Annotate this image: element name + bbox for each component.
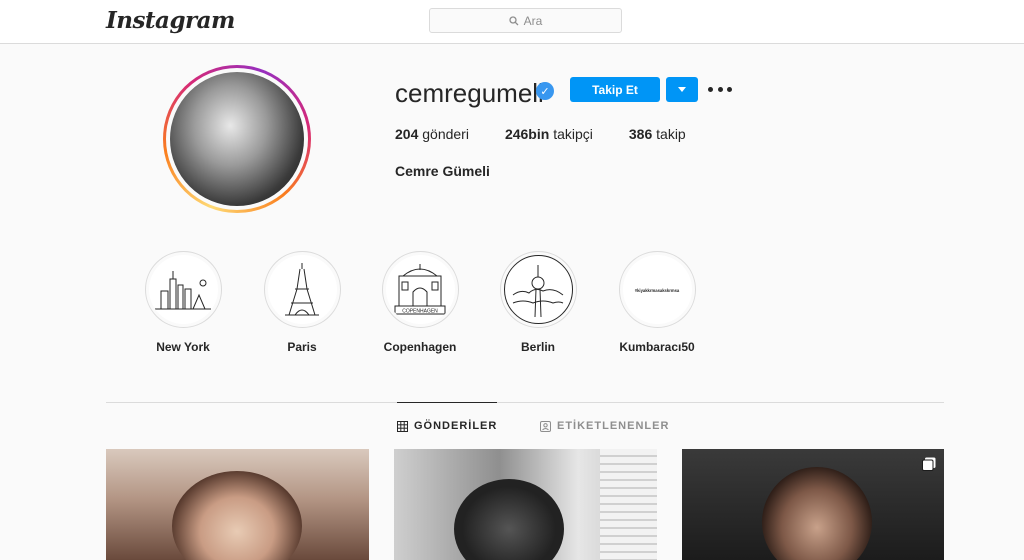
highlight-kumbaraci50[interactable]: #kiyakkrmasakskrmsa Kumbaracı50	[597, 251, 717, 354]
following-stat[interactable]: 386 takip	[629, 126, 686, 142]
search-placeholder: Ara	[523, 13, 543, 28]
tagged-icon	[540, 420, 551, 432]
copenhagen-gate-icon: COPENHAGEN	[394, 263, 446, 314]
dot-icon	[727, 86, 732, 92]
grid-icon	[397, 420, 408, 432]
highlight-paris[interactable]: Paris	[242, 251, 362, 354]
chevron-down-icon	[678, 87, 686, 92]
dot-icon	[717, 86, 723, 92]
avatar-photo	[170, 72, 304, 206]
berlin-tv-tower-icon	[512, 264, 564, 317]
instagram-logo[interactable]: Instagram	[106, 7, 235, 34]
verified-badge-icon: ✓	[536, 82, 554, 100]
search-icon	[509, 15, 519, 25]
highlight-berlin[interactable]: Berlin	[478, 251, 598, 354]
followers-stat[interactable]: 246bin takipçi	[505, 126, 593, 142]
profile-full-name: Cemre Gümeli	[395, 163, 490, 179]
more-options-button[interactable]	[708, 80, 732, 98]
highlight-copenhagen[interactable]: COPENHAGEN Copenhagen	[360, 251, 480, 354]
post-thumbnail[interactable]	[106, 449, 369, 560]
profile-avatar[interactable]	[163, 65, 311, 213]
highlight-new-york[interactable]: New York	[123, 251, 243, 354]
profile-stats: 204 gönderi 246bin takipçi 386 takip	[395, 126, 722, 142]
suggested-dropdown-button[interactable]	[666, 77, 698, 102]
post-thumbnail[interactable]	[682, 449, 944, 560]
svg-text:COPENHAGEN: COPENHAGEN	[402, 308, 438, 314]
follow-button[interactable]: Takip Et	[570, 77, 660, 102]
post-thumbnail[interactable]	[394, 449, 657, 560]
eiffel-tower-icon	[285, 262, 319, 315]
multiple-photos-icon	[922, 457, 936, 471]
new-york-skyline-icon	[155, 270, 211, 309]
svg-text:#kiyakkrmasakskrmsa: #kiyakkrmasakskrmsa	[635, 288, 680, 293]
text-badge-icon: #kiyakkrmasakskrmsa	[635, 288, 680, 293]
search-input[interactable]: Ara	[429, 8, 622, 33]
dot-icon	[708, 86, 713, 92]
tabs-divider	[106, 402, 944, 403]
top-nav-bar: Instagram Ara	[0, 0, 1024, 44]
posts-stat: 204 gönderi	[395, 126, 469, 142]
tab-tagged[interactable]: ETİKETLENENLER	[540, 420, 669, 432]
profile-username: cemregumeli	[395, 78, 544, 108]
tab-posts[interactable]: GÖNDERİLER	[397, 402, 498, 432]
